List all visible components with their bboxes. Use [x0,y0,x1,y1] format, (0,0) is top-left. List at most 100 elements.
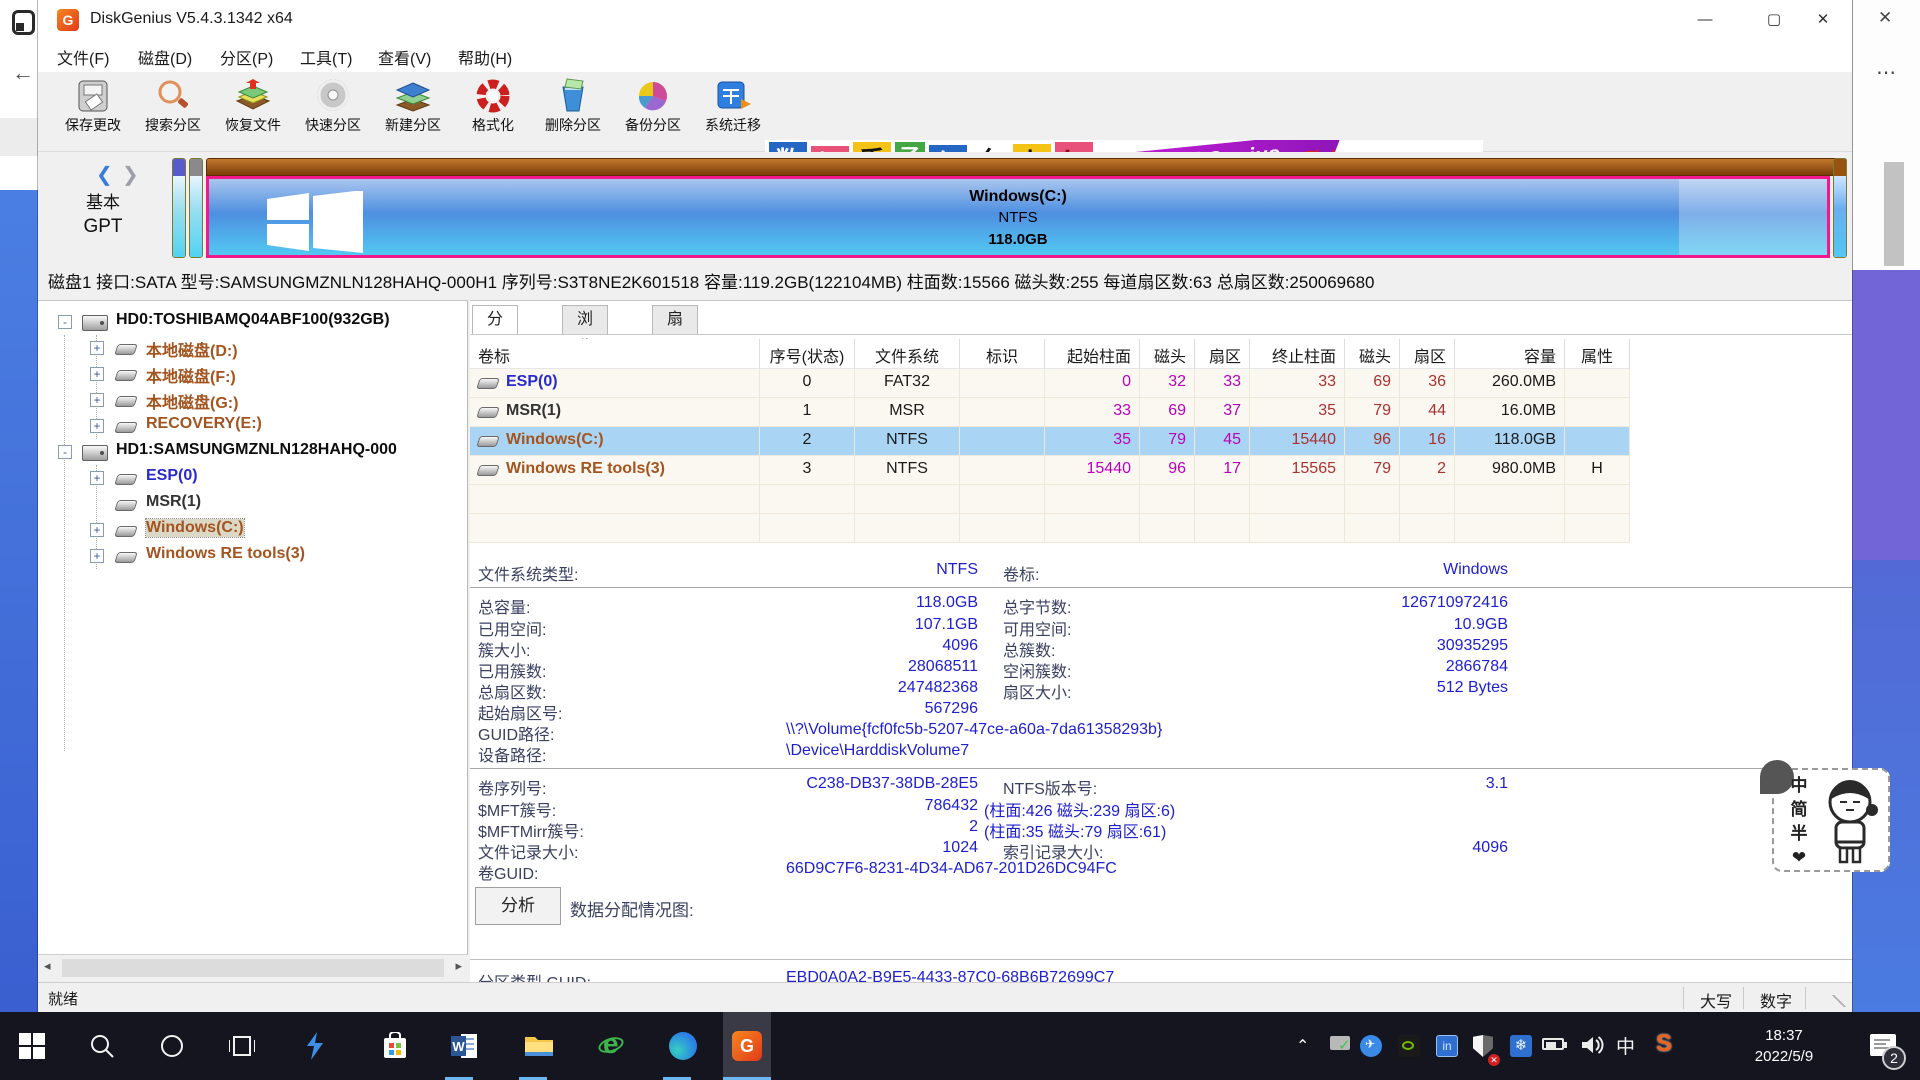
background-scrollbar-thumb[interactable] [1884,162,1904,266]
system-migrate-button[interactable]: 系统迁移 [690,75,776,149]
tree-item-windows-c[interactable]: + Windows(C:) [38,517,468,543]
tab-sector-edit[interactable]: 扇区编辑 [652,305,698,335]
cell: 0 [760,369,855,398]
table-row-winre[interactable]: Windows RE tools(3) 3 NTFS 15440 96 17 1… [470,456,1630,485]
back-arrow-icon[interactable]: ← [12,60,34,86]
menu-view[interactable]: 查看(V) [378,45,431,69]
tree-item-winre[interactable]: + Windows RE tools(3) [38,543,468,569]
tray-chevron-icon[interactable]: ⌃ [1296,1036,1309,1056]
hscroll-left-icon[interactable]: ◂ [44,958,51,974]
col-header[interactable]: 标识 [960,339,1045,369]
start-button[interactable] [8,1012,56,1080]
collapse-icon[interactable]: - [58,315,72,329]
pinned-app-store[interactable] [371,1012,419,1080]
expand-icon[interactable]: + [90,549,104,563]
search-partition-button[interactable]: 搜索分区 [130,75,216,149]
tree-item-hd0[interactable]: - HD0:TOSHIBAMQ04ABF100(932GB) [38,309,468,335]
tray-messenger-icon[interactable]: ✈ [1352,1012,1390,1080]
tray-volume-icon[interactable] [1580,1034,1604,1060]
close-button[interactable]: ✕ [1794,0,1852,40]
next-disk-arrow[interactable]: ❯ [122,162,139,187]
cortana-button[interactable] [148,1012,196,1080]
tree-item-recovery-e[interactable]: + RECOVERY(E:) [38,413,468,439]
prev-disk-arrow[interactable]: ❮ [96,162,113,187]
background-more-icon[interactable]: ⋯ [1876,60,1896,85]
expand-icon[interactable]: + [90,419,104,433]
msr-partition-bar[interactable] [189,158,203,258]
background-close-icon[interactable]: ✕ [1878,8,1892,28]
col-header[interactable]: 扇区 [1195,339,1250,369]
taskbar-app-word[interactable]: W [441,1012,489,1080]
col-header[interactable]: 文件系统 [855,339,960,369]
minimize-button[interactable]: — [1676,0,1734,40]
col-header[interactable]: 终止柱面 [1250,339,1345,369]
tree-item-local-d[interactable]: + 本地磁盘(D:) [38,335,468,361]
taskbar-search-button[interactable] [78,1012,126,1080]
winre-partition-bar[interactable] [1833,158,1847,258]
tab-browse-files[interactable]: 浏览文件 [562,305,608,335]
task-view-button[interactable] [218,1012,266,1080]
ime-mode-simplified[interactable]: 简 [1788,798,1810,822]
esp-partition-bar[interactable] [172,158,186,258]
resize-grip[interactable] [1832,995,1846,1007]
menu-help[interactable]: 帮助(H) [458,45,512,69]
col-header[interactable]: 扇区 [1400,339,1455,369]
tray-snowflake-icon[interactable]: ❄ [1502,1012,1540,1080]
delete-partition-button[interactable]: 删除分区 [530,75,616,149]
tree-item-msr[interactable]: MSR(1) [38,491,468,517]
table-row-windows-c-selected[interactable]: Windows(C:) 2 NTFS 35 79 45 15440 96 16 … [470,427,1630,456]
tree-item-hd1[interactable]: - HD1:SAMSUNGMZNLN128HAHQ-000 [38,439,468,465]
tab-partition-params[interactable]: 分区参数 [472,305,518,335]
tray-sogou-icon[interactable]: S [1656,1030,1672,1058]
t​ray-intel-icon[interactable]: in [1428,1012,1466,1080]
recover-files-button[interactable]: 恢复文件 [210,75,296,149]
quick-partition-button[interactable]: 快速分区 [290,75,376,149]
format-button[interactable]: 格式化 [450,75,536,149]
tree-hscrollbar[interactable]: ◂ ▸ [38,954,468,980]
col-header[interactable]: 磁头 [1140,339,1195,369]
col-header[interactable]: 卷标 [470,339,760,369]
tray-power-icon[interactable] [1542,1038,1564,1050]
col-header[interactable]: 磁头 [1345,339,1400,369]
tree-item-esp[interactable]: + ESP(0) [38,465,468,491]
expand-icon[interactable]: + [90,367,104,381]
save-changes-button[interactable]: 保存更改 [50,75,136,149]
taskbar-app-diskgenius-active[interactable]: G [723,1012,771,1080]
taskbar-app-explorer[interactable] [515,1012,563,1080]
col-header[interactable]: 序号(状态) [760,339,855,369]
tray-ime-indicator[interactable]: 中 [1616,1032,1635,1059]
expand-icon[interactable]: + [90,471,104,485]
ime-status-panel[interactable]: 中 简 半 ❤ [1772,768,1890,872]
expand-icon[interactable]: + [90,341,104,355]
expand-icon[interactable]: + [90,523,104,537]
taskbar-clock[interactable]: 18:37 2022/5/9 [1734,1025,1834,1067]
tree-item-local-f[interactable]: + 本地磁盘(F:) [38,361,468,387]
col-header[interactable]: 起始柱面 [1045,339,1140,369]
tray-defender-icon[interactable]: ✕ [1464,1012,1502,1080]
ime-mode-chinese[interactable]: 中 [1788,774,1810,798]
tray-printer-icon[interactable]: ✓ [1330,1036,1350,1050]
menu-file[interactable]: 文件(F) [57,45,109,69]
analyze-button[interactable]: 分析 [475,887,561,925]
col-header[interactable]: 容量 [1455,339,1565,369]
menu-disk[interactable]: 磁盘(D) [138,45,192,69]
windows-c-partition-bar[interactable]: Windows(C:) NTFS 118.0GB [206,176,1830,258]
ime-mode-heart-icon[interactable]: ❤ [1788,846,1810,870]
pinned-app-ie-green[interactable]: e [588,1012,636,1080]
taskbar-app-edge[interactable] [659,1012,707,1080]
menu-tools[interactable]: 工具(T) [300,45,352,69]
hscroll-thumb[interactable] [62,959,444,977]
ime-mode-halfwidth[interactable]: 半 [1788,822,1810,846]
hscroll-right-icon[interactable]: ▸ [455,958,462,974]
menu-partition[interactable]: 分区(P) [220,45,273,69]
col-header[interactable]: 属性 [1565,339,1630,369]
table-row-msr[interactable]: MSR(1) 1 MSR 33 69 37 35 79 44 16.0MB [470,398,1630,427]
collapse-icon[interactable]: - [58,445,72,459]
table-row-esp[interactable]: ESP(0) 0 FAT32 0 32 33 33 69 36 260.0MB [470,369,1630,398]
tray-nvidia-icon[interactable] [1390,1012,1428,1080]
backup-partition-button[interactable]: 备份分区 [610,75,696,149]
pinned-app-flash[interactable] [291,1012,339,1080]
tree-item-local-g[interactable]: + 本地磁盘(G:) [38,387,468,413]
new-partition-button[interactable]: 新建分区 [370,75,456,149]
expand-icon[interactable]: + [90,393,104,407]
